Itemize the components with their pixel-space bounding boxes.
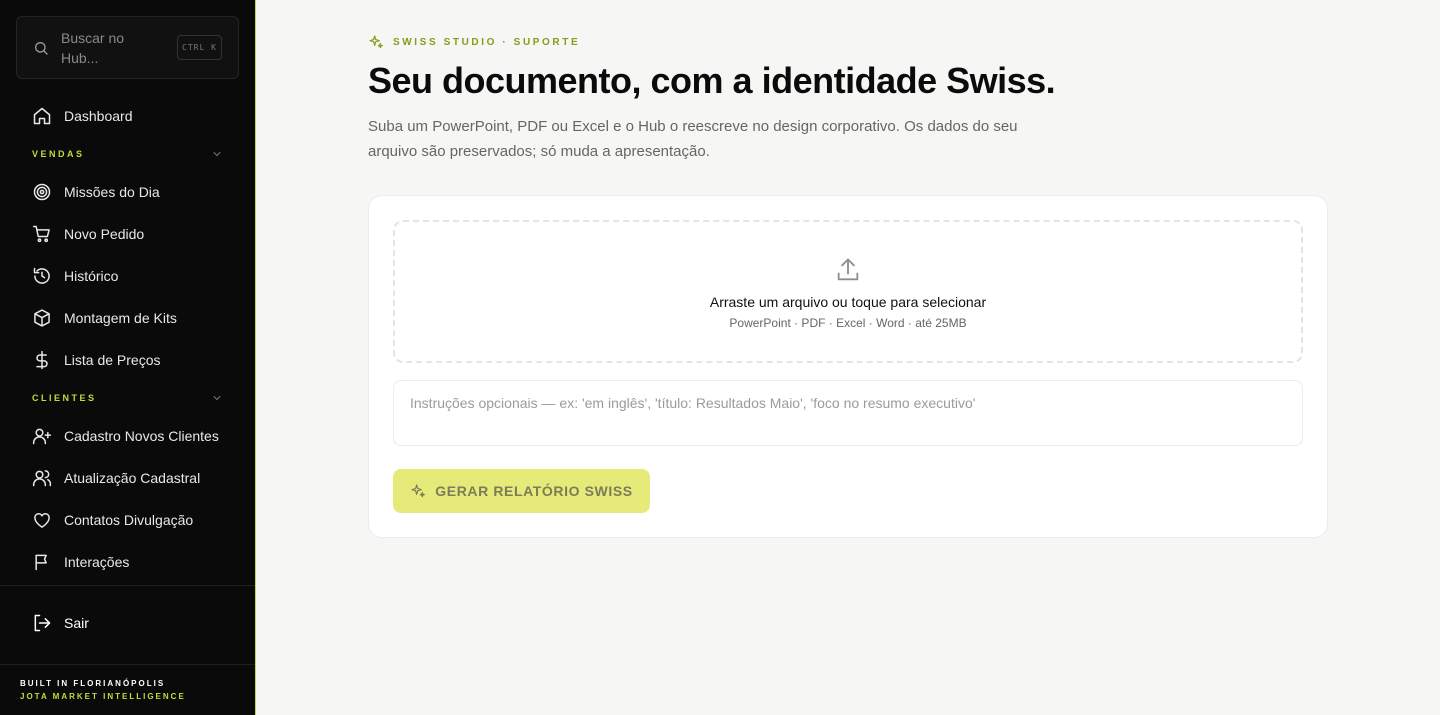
history-icon <box>33 267 50 284</box>
sidebar-footer: BUILT IN FLORIANÓPOLIS JOTA MARKET INTEL… <box>0 664 255 715</box>
search-box[interactable]: Buscar no Hub... CTRL K <box>16 16 239 79</box>
sidebar-item-label: Lista de Preços <box>64 352 161 368</box>
sidebar-item-dashboard[interactable]: Dashboard <box>0 95 255 137</box>
sidebar-nav: Dashboard VENDAS Missões do Dia Novo Ped… <box>0 95 255 583</box>
sidebar-item-atualizacao-cadastral[interactable]: Atualização Cadastral <box>0 457 255 499</box>
eyebrow-text: SWISS STUDIO · SUPORTE <box>393 36 581 48</box>
section-header-vendas[interactable]: VENDAS <box>0 137 255 171</box>
sidebar-item-label: Histórico <box>64 268 119 284</box>
page-description: Suba um PowerPoint, PDF ou Excel e o Hub… <box>368 118 1018 160</box>
sparkles-icon <box>369 35 383 49</box>
footer-line-1: BUILT IN FLORIANÓPOLIS <box>20 679 166 688</box>
home-icon <box>33 107 51 125</box>
dropzone-title: Arraste um arquivo ou toque para selecio… <box>709 294 987 310</box>
heart-icon <box>34 513 50 528</box>
sidebar-item-contatos-divulgacao[interactable]: Contatos Divulgação <box>0 499 255 541</box>
sidebar-item-label: Cadastro Novos Clientes <box>64 428 219 444</box>
generate-report-button[interactable]: GERAR RELATÓRIO SWISS <box>393 469 650 513</box>
target-icon <box>33 183 51 201</box>
search-icon <box>35 41 48 55</box>
sidebar-item-novo-pedido[interactable]: Novo Pedido <box>0 213 255 255</box>
chevron-down-icon <box>213 152 221 157</box>
section-title: CLIENTES <box>32 393 97 403</box>
main-content: SWISS STUDIO · SUPORTE Seu documento, co… <box>256 0 1440 715</box>
sidebar-item-historico[interactable]: Histórico <box>0 255 255 297</box>
sidebar-item-interacoes[interactable]: Interações <box>0 541 255 583</box>
sidebar-item-label: Montagem de Kits <box>64 310 177 326</box>
sidebar: Buscar no Hub... CTRL K Dashboard VENDAS… <box>0 0 256 715</box>
generate-button-label: GERAR RELATÓRIO SWISS <box>435 483 633 499</box>
flag-icon <box>35 554 47 571</box>
sidebar-item-montagem-kits[interactable]: Montagem de Kits <box>0 297 255 339</box>
users-icon <box>32 470 52 487</box>
sidebar-item-label: Atualização Cadastral <box>64 470 201 486</box>
section-title: VENDAS <box>32 149 85 159</box>
search-placeholder: Buscar no Hub... <box>61 29 125 66</box>
cart-icon <box>32 225 50 243</box>
footer-line-2: JOTA MARKET INTELLIGENCE <box>20 692 186 701</box>
upload-icon <box>837 258 859 281</box>
sidebar-item-label: Contatos Divulgação <box>64 512 194 528</box>
sidebar-item-label: Interações <box>64 554 130 570</box>
title-prefix: Seu documento, com a <box>368 60 762 101</box>
search-shortcut-badge: CTRL K <box>177 35 222 60</box>
title-suffix: . <box>1045 60 1056 101</box>
user-plus-icon <box>32 428 52 445</box>
sidebar-item-missoes[interactable]: Missões do Dia <box>0 171 255 213</box>
dropzone-formats: PowerPoint · PDF · Excel · Word · até 25… <box>729 316 967 330</box>
box-icon <box>34 309 50 327</box>
logout-button[interactable]: Sair <box>0 602 255 644</box>
sidebar-item-label: Dashboard <box>64 108 133 124</box>
instructions-input[interactable] <box>393 380 1303 446</box>
title-bold: identidade Swiss <box>761 60 1047 101</box>
file-dropzone[interactable]: Arraste um arquivo ou toque para selecio… <box>393 220 1303 363</box>
sidebar-item-label: Novo Pedido <box>64 226 145 242</box>
page-eyebrow: SWISS STUDIO · SUPORTE <box>368 34 580 50</box>
sidebar-item-cadastro-clientes[interactable]: Cadastro Novos Clientes <box>0 415 255 457</box>
logout-label: Sair <box>64 615 89 631</box>
sidebar-divider <box>0 585 255 586</box>
dollar-icon <box>36 350 48 370</box>
sidebar-item-label: Missões do Dia <box>64 184 160 200</box>
logout-icon <box>34 614 51 632</box>
sparkles-icon <box>411 484 426 498</box>
page-title: Seu documento, com a identidade Swiss. <box>368 58 1056 104</box>
chevron-down-icon <box>213 396 221 401</box>
upload-card: Arraste um arquivo ou toque para selecio… <box>368 195 1328 538</box>
sidebar-item-lista-precos[interactable]: Lista de Preços <box>0 339 255 381</box>
section-header-clientes[interactable]: CLIENTES <box>0 381 255 415</box>
